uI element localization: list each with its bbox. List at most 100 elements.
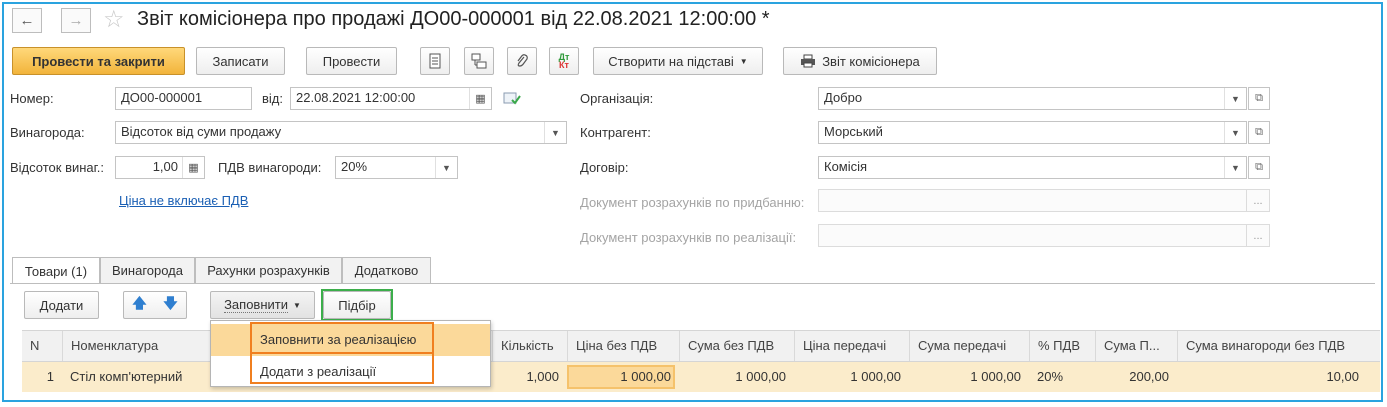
forward-button[interactable]: →	[61, 8, 91, 33]
column-header-n[interactable]: N	[22, 331, 62, 361]
organization-label: Організація:	[580, 91, 654, 106]
save-button[interactable]: Записати	[196, 47, 285, 75]
tab-additional[interactable]: Додатково	[342, 257, 431, 283]
open-organization-button[interactable]: ⧉	[1248, 87, 1270, 110]
open-copy-icon: ⧉	[1255, 161, 1263, 173]
sale-doc-more-button[interactable]: ...	[1246, 224, 1270, 247]
move-buttons: 🡅 🡇	[123, 291, 187, 319]
date-label: від:	[262, 91, 283, 106]
reward-select[interactable]: Відсоток від суми продажу ▼	[115, 121, 567, 144]
chevron-down-icon: ▼	[1224, 88, 1246, 109]
open-contract-button[interactable]: ⧉	[1248, 156, 1270, 179]
post-and-close-button[interactable]: Провести та закрити	[12, 47, 185, 75]
price-excludes-vat-link[interactable]: Ціна не включає ПДВ	[119, 193, 248, 208]
document-list-button[interactable]	[420, 47, 450, 75]
create-based-on-button[interactable]: Створити на підставі ▼	[593, 47, 763, 75]
commission-report-label: Звіт комісіонера	[822, 53, 920, 69]
post-status-icon	[503, 90, 521, 109]
menu-highlight-divider	[250, 352, 434, 354]
chevron-down-icon: ▼	[435, 157, 457, 178]
cell-vat-sum[interactable]: 200,00	[1095, 362, 1177, 392]
create-based-on-label: Створити на підставі	[608, 53, 734, 69]
document-icon	[429, 53, 441, 69]
post-button[interactable]: Провести	[306, 47, 397, 75]
tab-divider	[10, 283, 1375, 284]
add-row-button[interactable]: Додати	[24, 291, 99, 319]
kt-icon-text: Кт	[559, 60, 569, 70]
column-header-vat-percent[interactable]: % ПДВ	[1029, 331, 1095, 361]
arrow-right-icon: →	[68, 12, 84, 29]
cell-transfer-price[interactable]: 1 000,00	[794, 362, 909, 392]
contractor-label: Контрагент:	[580, 125, 651, 140]
column-header-quantity[interactable]: Кількість	[492, 331, 567, 361]
column-header-vat-sum[interactable]: Сума П...	[1095, 331, 1177, 361]
back-button[interactable]: ←	[12, 8, 42, 33]
contract-label: Договір:	[580, 160, 629, 175]
number-field[interactable]: ДО00-000001	[115, 87, 252, 110]
chevron-down-icon: ▼	[1224, 157, 1246, 178]
move-up-icon[interactable]: 🡅	[132, 293, 146, 317]
reward-percent-label: Відсоток винаг.:	[10, 160, 105, 175]
chevron-down-icon: ▼	[1224, 122, 1246, 143]
open-copy-icon: ⧉	[1255, 126, 1263, 138]
purchase-doc-more-button[interactable]: ...	[1246, 189, 1270, 212]
column-header-price-no-vat[interactable]: Ціна без ПДВ	[567, 331, 679, 361]
purchase-doc-label: Документ розрахунків по придбанню:	[580, 195, 805, 210]
contract-value: Комісія	[824, 159, 868, 174]
number-label: Номер:	[10, 91, 54, 106]
tab-reward[interactable]: Винагорода	[100, 257, 195, 283]
arrow-left-icon: ←	[19, 12, 35, 29]
cell-transfer-sum[interactable]: 1 000,00	[909, 362, 1029, 392]
reward-percent-value: 1,00	[152, 159, 178, 174]
column-header-transfer-price[interactable]: Ціна передачі	[794, 331, 909, 361]
move-down-icon[interactable]: 🡇	[163, 293, 177, 317]
favorite-star-icon[interactable]: ☆	[103, 5, 125, 35]
tab-goods[interactable]: Товари (1)	[12, 257, 100, 284]
contractor-value: Морський	[824, 124, 883, 139]
vat-reward-select[interactable]: 20% ▼	[335, 156, 458, 179]
commission-report-button[interactable]: Звіт комісіонера	[783, 47, 937, 75]
attach-button[interactable]	[507, 47, 537, 75]
hierarchy-icon	[471, 53, 487, 69]
column-header-transfer-sum[interactable]: Сума передачі	[909, 331, 1029, 361]
page-title: Звіт комісіонера про продажі ДО00-000001…	[137, 8, 770, 30]
reward-value: Відсоток від суми продажу	[121, 124, 282, 139]
date-field[interactable]: 22.08.2021 12:00:00 ▦	[290, 87, 492, 110]
sale-doc-field	[818, 224, 1247, 247]
organization-select[interactable]: Добро ▼	[818, 87, 1247, 110]
dt-kt-icon: Дт Кт	[559, 53, 570, 70]
structure-button[interactable]	[464, 47, 494, 75]
pick-highlight-outline	[321, 289, 393, 321]
column-header-sum-no-vat[interactable]: Сума без ПДВ	[679, 331, 794, 361]
dt-kt-button[interactable]: Дт Кт	[549, 47, 579, 75]
organization-value: Добро	[824, 90, 863, 105]
cell-sum-no-vat[interactable]: 1 000,00	[679, 362, 794, 392]
fill-button[interactable]: Заповнити ▼	[210, 291, 315, 319]
reward-label: Винагорода:	[10, 125, 85, 140]
vat-reward-value: 20%	[341, 159, 368, 174]
date-value: 22.08.2021 12:00:00	[296, 90, 416, 105]
purchase-doc-field	[818, 189, 1247, 212]
vat-reward-label: ПДВ винагороди:	[218, 160, 322, 175]
fill-label: Заповнити	[224, 297, 288, 313]
open-copy-icon: ⧉	[1255, 92, 1263, 104]
cell-reward-no-vat[interactable]: 10,00	[1177, 362, 1367, 392]
open-contractor-button[interactable]: ⧉	[1248, 121, 1270, 144]
column-header-reward-no-vat[interactable]: Сума винагороди без ПДВ	[1177, 331, 1367, 361]
calendar-icon[interactable]: ▦	[469, 88, 491, 109]
cell-quantity[interactable]: 1,000	[492, 362, 567, 392]
chevron-down-icon: ▼	[739, 56, 748, 66]
calculator-icon[interactable]: ▦	[182, 157, 204, 178]
reward-percent-field[interactable]: 1,00 ▦	[115, 156, 205, 179]
chevron-down-icon: ▼	[293, 300, 301, 310]
contract-select[interactable]: Комісія ▼	[818, 156, 1247, 179]
cell-vat-percent[interactable]: 20%	[1029, 362, 1095, 392]
paperclip-icon	[517, 54, 528, 67]
cell-price-no-vat[interactable]: 1 000,00	[567, 362, 679, 392]
printer-icon	[801, 54, 816, 68]
tab-settlement-accounts[interactable]: Рахунки розрахунків	[195, 257, 342, 283]
cell-n[interactable]: 1	[22, 362, 62, 392]
contractor-select[interactable]: Морський ▼	[818, 121, 1247, 144]
sale-doc-label: Документ розрахунків по реалізації:	[580, 230, 797, 245]
chevron-down-icon: ▼	[544, 122, 566, 143]
